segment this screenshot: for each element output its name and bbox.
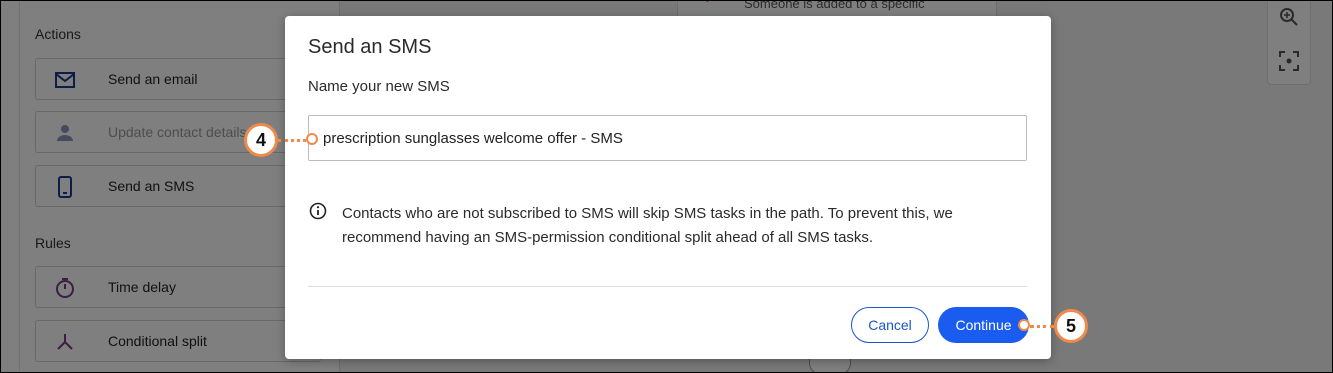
step-5-connector xyxy=(1030,325,1054,328)
info-icon xyxy=(309,202,327,220)
sms-permission-notice: Contacts who are not subscribed to SMS w… xyxy=(342,205,953,246)
continue-button[interactable]: Continue xyxy=(938,307,1029,343)
dialog-divider xyxy=(308,286,1027,287)
step-4-callout: 4 xyxy=(244,123,278,157)
step-4-marker xyxy=(306,133,318,145)
step-5-callout: 5 xyxy=(1054,309,1088,343)
screenshot-frame: Actions Send an email Update contact det… xyxy=(0,0,1333,373)
send-sms-dialog: Send an SMS Name your new SMS Contacts w… xyxy=(285,16,1051,359)
sms-name-input[interactable] xyxy=(308,115,1027,161)
sms-name-label: Name your new SMS xyxy=(308,78,450,95)
cancel-button[interactable]: Cancel xyxy=(851,307,929,343)
step-4-connector xyxy=(278,139,306,142)
step-5-marker xyxy=(1018,319,1030,331)
dialog-title: Send an SMS xyxy=(308,36,432,58)
